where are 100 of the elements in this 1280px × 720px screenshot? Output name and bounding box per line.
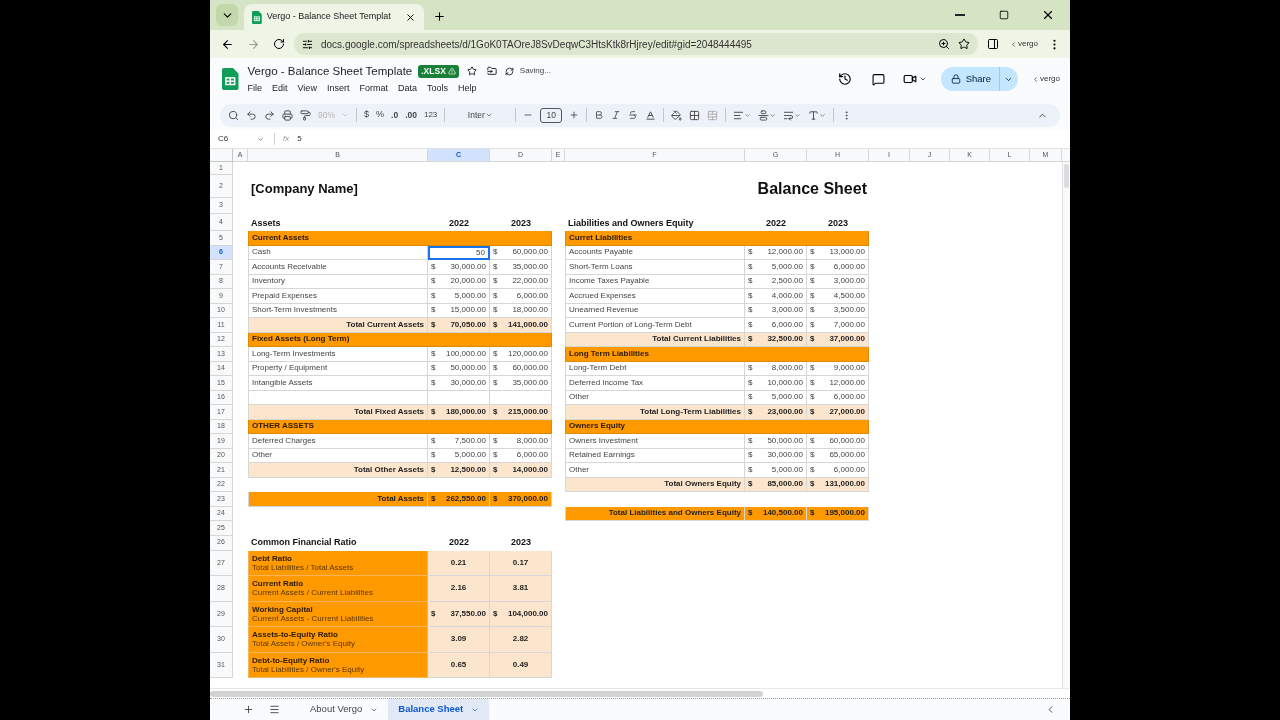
close-icon bbox=[1041, 8, 1055, 22]
text-color-button[interactable] bbox=[645, 109, 657, 121]
menu-item[interactable]: View bbox=[297, 81, 317, 96]
amount: 5,000.00 bbox=[771, 391, 803, 404]
paint-roller-icon bbox=[300, 109, 311, 121]
name-box[interactable]: C6 bbox=[210, 133, 266, 145]
badge-text: .XLSX bbox=[421, 64, 446, 78]
amount: 140,500.00 bbox=[762, 507, 803, 520]
table-cell: Retained Earnings bbox=[565, 448, 745, 463]
amount: 3,000.00 bbox=[771, 304, 803, 317]
currency-symbol: $ bbox=[493, 405, 498, 418]
amount: 18,000.00 bbox=[512, 304, 548, 317]
amount: 5,000.00 bbox=[454, 449, 486, 462]
amount: 6,000.00 bbox=[833, 463, 865, 476]
amount: 5,000.00 bbox=[771, 260, 803, 273]
horizontal-align-button[interactable] bbox=[733, 109, 752, 121]
merge-cells-button[interactable] bbox=[707, 109, 719, 121]
undo-button[interactable] bbox=[246, 109, 257, 121]
menu-item[interactable]: Tools bbox=[426, 81, 448, 96]
amount: 35,000.00 bbox=[512, 260, 548, 273]
increase-font-size-button[interactable] bbox=[569, 110, 580, 120]
browser-tab[interactable]: Vergo - Balance Sheet Templat bbox=[244, 4, 424, 30]
strikethrough-button[interactable] bbox=[628, 110, 639, 120]
forward-icon bbox=[246, 37, 260, 51]
currency-symbol: $ bbox=[748, 362, 753, 375]
currency-format-button[interactable]: $ bbox=[364, 108, 370, 122]
url-text: docs.google.com/spreadsheets/d/1GoK0TAOreJ8SvDeqwC3HtsKtk8rHjrey/edit#gid=2048444495 bbox=[321, 37, 752, 52]
text-rotation-button[interactable] bbox=[808, 109, 827, 121]
text-icon bbox=[808, 109, 820, 121]
menu-item[interactable]: Help bbox=[457, 81, 477, 96]
formula-field[interactable]: 5 bbox=[297, 131, 1070, 147]
amount: 180,000.00 bbox=[445, 405, 486, 418]
amount: 30,000.00 bbox=[450, 376, 486, 389]
decrease-decimal-button[interactable]: .0 bbox=[391, 108, 399, 122]
paint-format-button[interactable] bbox=[300, 109, 311, 121]
ratio-formula: Current Assets / Current Liabilities bbox=[252, 588, 374, 598]
warning-icon bbox=[447, 67, 456, 76]
currency-symbol: $ bbox=[748, 289, 753, 302]
spreadsheet-logo-icon bbox=[222, 68, 239, 90]
amount: 20,000.00 bbox=[450, 275, 486, 288]
redo-icon bbox=[264, 109, 275, 121]
caret-icon bbox=[819, 111, 827, 119]
amount: 131,000.00 bbox=[824, 478, 865, 491]
vertical-scrollbar[interactable] bbox=[1062, 162, 1070, 688]
function-label: fx bbox=[283, 133, 290, 145]
vertical-align-button[interactable] bbox=[758, 109, 777, 121]
print-icon bbox=[282, 109, 293, 121]
currency-symbol: $ bbox=[810, 478, 815, 491]
section-header: Long Term Liabilities bbox=[565, 347, 869, 362]
menu-item[interactable]: Edit bbox=[272, 81, 288, 96]
number-format-button[interactable]: 123 bbox=[423, 109, 438, 121]
print-button[interactable] bbox=[282, 109, 293, 121]
amount: 262,550.00 bbox=[445, 492, 486, 505]
extension-button[interactable]: vergo bbox=[1008, 33, 1040, 55]
document-title[interactable]: Vergo - Balance Sheet Template bbox=[247, 62, 413, 80]
section-header: Curret Liabilities bbox=[565, 231, 869, 246]
amount: 6,000.00 bbox=[771, 318, 803, 331]
currency-symbol: $ bbox=[748, 405, 753, 418]
currency-symbol: $ bbox=[493, 492, 498, 505]
menu-item[interactable]: Data bbox=[397, 81, 417, 96]
font-dropdown[interactable]: Inter bbox=[452, 108, 509, 122]
sheet-tab[interactable]: Balance Sheet bbox=[388, 699, 490, 720]
borders-button[interactable] bbox=[689, 109, 701, 121]
font-size-field[interactable]: 10 bbox=[540, 107, 563, 123]
amount: 9,000.00 bbox=[833, 362, 865, 375]
horizontal-scrollbar[interactable] bbox=[210, 688, 1070, 698]
text-wrap-button[interactable] bbox=[783, 109, 802, 121]
table-cell: Cash bbox=[248, 245, 428, 260]
lock-icon bbox=[950, 74, 961, 84]
table-cell: Current Portion of Long-Term Debt bbox=[565, 318, 745, 333]
section-header: Current Assets bbox=[248, 231, 552, 246]
back-icon bbox=[220, 37, 234, 51]
amount: 32,500.00 bbox=[767, 333, 803, 346]
increase-decimal-button[interactable]: .00 bbox=[405, 108, 417, 122]
menu-item[interactable]: Format bbox=[359, 81, 388, 96]
italic-button[interactable] bbox=[611, 110, 622, 120]
percent-format-button[interactable]: % bbox=[376, 108, 385, 122]
sheet-tab-label: About Vergo bbox=[310, 702, 363, 717]
redo-button[interactable] bbox=[264, 109, 275, 121]
currency-symbol: $ bbox=[748, 304, 753, 317]
column-heading: 2022 bbox=[449, 216, 469, 230]
zoom-icon bbox=[938, 38, 950, 50]
amount: 50,000.00 bbox=[767, 434, 803, 447]
amount: 60,000.00 bbox=[829, 434, 865, 447]
amount: 30,000.00 bbox=[450, 260, 486, 273]
currency-symbol: $ bbox=[748, 318, 753, 331]
menu-item[interactable]: File bbox=[247, 81, 262, 96]
currency-symbol: $ bbox=[431, 318, 436, 331]
fill-color-button[interactable] bbox=[671, 109, 683, 121]
currency-symbol: $ bbox=[493, 376, 498, 389]
tab-search-button[interactable] bbox=[216, 4, 238, 26]
ratio-formula: Total Liabilities / Owner's Equity bbox=[252, 664, 366, 674]
star-icon bbox=[958, 38, 970, 50]
bold-button[interactable] bbox=[594, 110, 605, 120]
address-bar[interactable]: docs.google.com/spreadsheets/d/1GoK0TAOreJ8SvDeqwC3HtsKtk8rHjrey/edit#gid=2048444495 bbox=[294, 33, 978, 55]
menu-item[interactable]: Insert bbox=[326, 81, 350, 96]
sheet-tab[interactable]: About Vergo bbox=[300, 699, 389, 720]
paint-bucket-icon bbox=[671, 109, 683, 121]
search-button[interactable] bbox=[228, 109, 239, 121]
comment-icon bbox=[872, 72, 886, 86]
